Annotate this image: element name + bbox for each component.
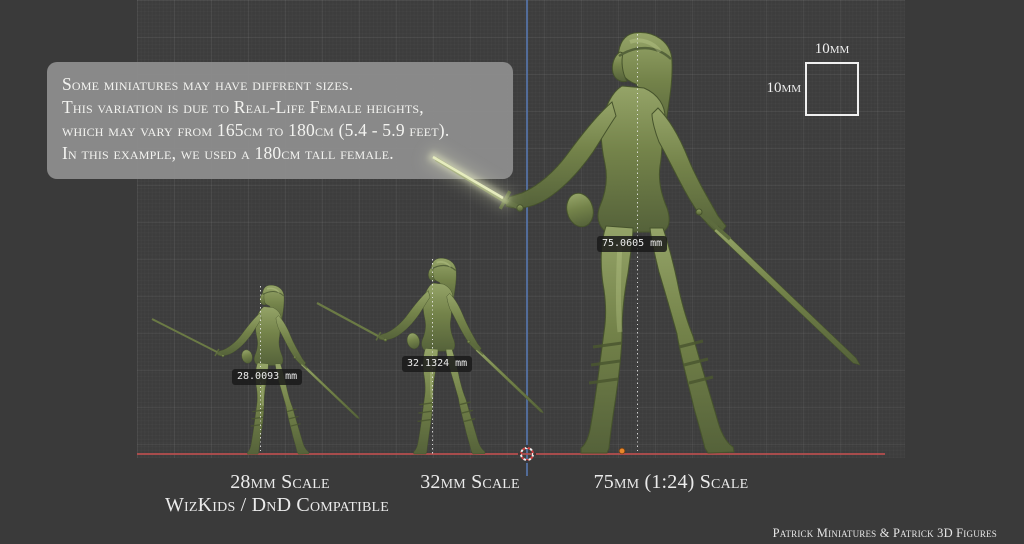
scale-caption-32mm: 32mm Scale bbox=[390, 471, 550, 494]
viewport-3d[interactable]: Some miniatures may have diffrent sizes.… bbox=[0, 0, 1024, 544]
info-line-1: Some miniatures may have diffrent sizes. bbox=[62, 73, 513, 96]
measurement-label-32mm: 32.1324 mm bbox=[402, 356, 472, 372]
reference-square-top-label: 10mm bbox=[805, 41, 859, 58]
reference-square-side-label: 10mm bbox=[731, 80, 801, 97]
credit-text: Patrick Miniatures & Patrick 3D Figures bbox=[773, 526, 997, 541]
info-line-2: This variation is due to Real-Life Femal… bbox=[62, 96, 513, 119]
z-axis-line bbox=[526, 0, 528, 476]
scale-caption-28mm-sub: WizKids / DnD Compatible bbox=[147, 494, 407, 517]
x-axis-line bbox=[137, 453, 885, 455]
scale-caption-75mm: 75mm (1:24) Scale bbox=[571, 471, 771, 494]
measurement-label-28mm: 28.0093 mm bbox=[232, 369, 302, 385]
scale-caption-28mm: 28mm Scale bbox=[200, 471, 360, 494]
measurement-label-75mm: 75.0605 mm bbox=[597, 236, 667, 252]
reference-square-10mm bbox=[805, 62, 859, 116]
info-line-4: In this example, we used a 180cm tall fe… bbox=[62, 142, 513, 165]
info-box: Some miniatures may have diffrent sizes.… bbox=[47, 62, 513, 179]
info-line-3: which may vary from 165cm to 180cm (5.4 … bbox=[62, 119, 513, 142]
